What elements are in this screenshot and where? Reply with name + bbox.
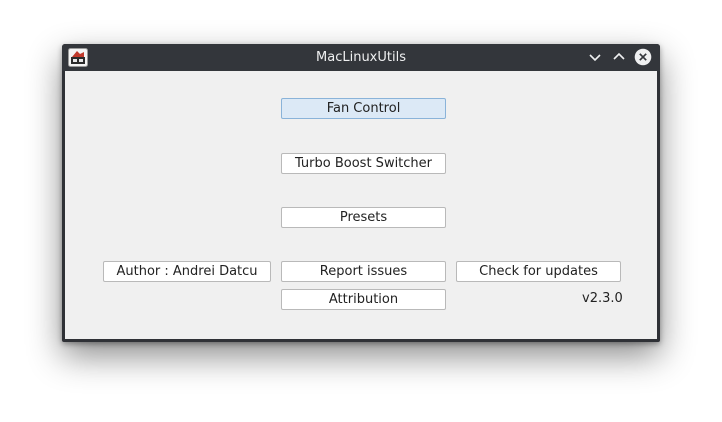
app-window: MacLinuxUtils Fan Control Turbo Boost Sw… <box>62 44 660 342</box>
check-for-updates-button[interactable]: Check for updates <box>456 261 621 282</box>
title-bar[interactable]: MacLinuxUtils <box>62 44 660 71</box>
close-icon[interactable] <box>634 48 652 66</box>
window-title: MacLinuxUtils <box>316 50 406 65</box>
report-issues-button[interactable]: Report issues <box>281 261 446 282</box>
maximize-icon[interactable] <box>610 48 628 66</box>
turbo-boost-switcher-button[interactable]: Turbo Boost Switcher <box>281 153 446 174</box>
presets-button[interactable]: Presets <box>281 207 446 228</box>
main-panel: Fan Control Turbo Boost Switcher Presets… <box>65 71 657 339</box>
minimize-icon[interactable] <box>586 48 604 66</box>
desktop: MacLinuxUtils Fan Control Turbo Boost Sw… <box>0 0 722 422</box>
fan-control-button[interactable]: Fan Control <box>281 98 446 119</box>
version-label: v2.3.0 <box>582 291 623 306</box>
attribution-button[interactable]: Attribution <box>281 289 446 310</box>
author-button[interactable]: Author : Andrei Datcu <box>103 261 271 282</box>
